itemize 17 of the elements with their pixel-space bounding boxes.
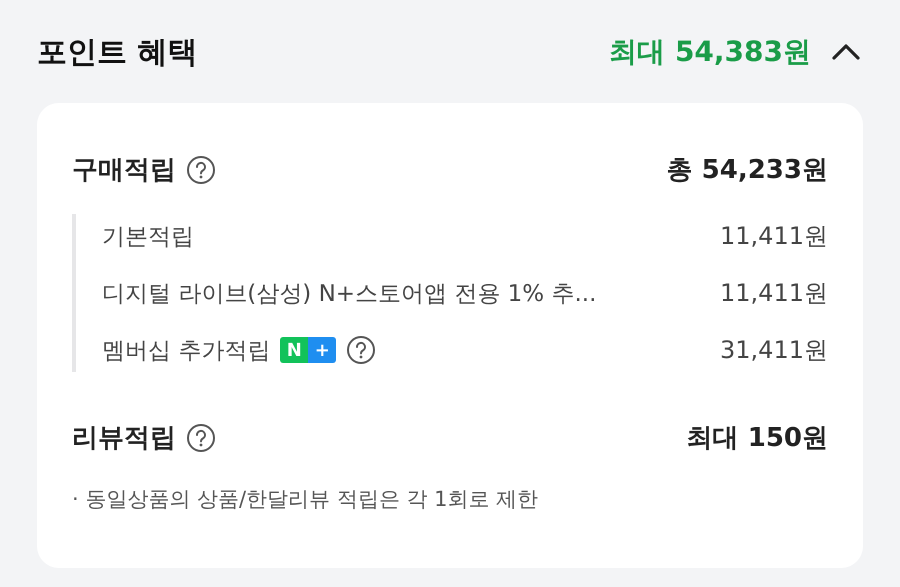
chevron-icon[interactable] — [831, 42, 861, 62]
item-label: 멤버십 추가적립 — [102, 336, 270, 366]
note-text: · 동일상품의 상품/한달리뷰 적립은 각 1회로 제한 — [72, 486, 540, 513]
points-amount: 총 54,233원 — [666, 154, 828, 187]
section-title: 포인트 혜택 — [37, 34, 198, 72]
points-label: 리뷰적립 — [72, 422, 176, 455]
item-label: 기본적립 — [102, 222, 194, 252]
item-amount: 11,411원 — [720, 278, 828, 309]
points-label: 구매적립 — [72, 154, 176, 187]
item-amount: 11,411원 — [720, 221, 828, 252]
help-icon[interactable] — [186, 422, 216, 452]
max-points: 최대 54,383원 — [609, 34, 811, 70]
item-label: 디지털 라이브(삼성) N+스토어앱 전용 1% 추... — [102, 280, 596, 308]
item-amount: 31,411원 — [720, 335, 828, 366]
points-amount: 최대 150원 — [686, 422, 828, 455]
help-icon[interactable] — [346, 335, 376, 365]
help-icon[interactable] — [186, 154, 216, 184]
